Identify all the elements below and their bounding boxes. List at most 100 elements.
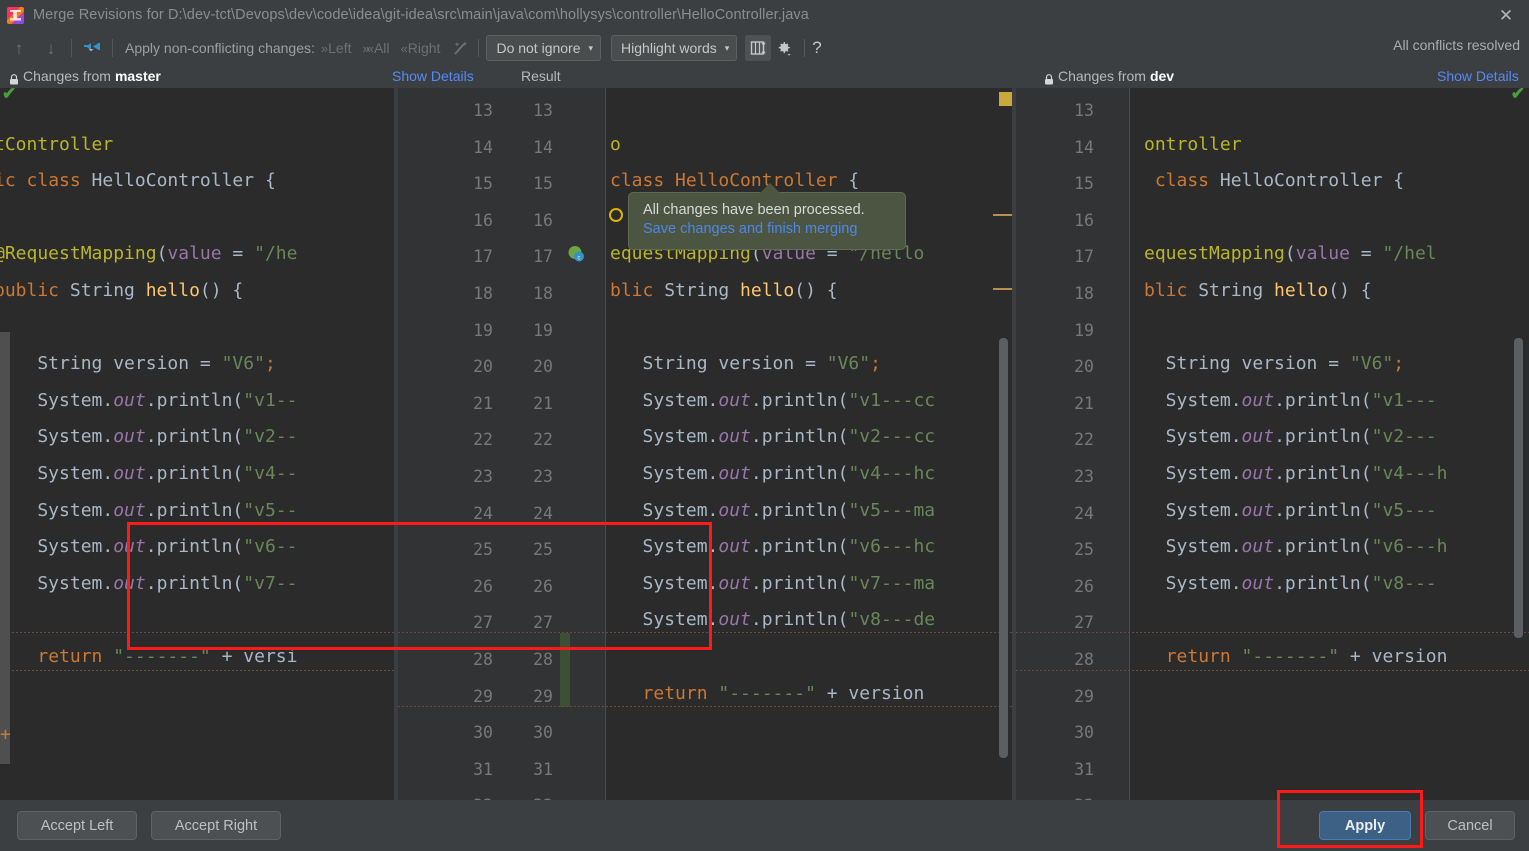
code-token: System. <box>0 572 114 594</box>
next-difference-icon[interactable]: ↓ <box>38 35 64 61</box>
code-token: out <box>1241 426 1275 448</box>
code-token: System. <box>0 426 114 448</box>
code-token: System. <box>1144 426 1242 448</box>
code-token: "V6" <box>1349 353 1394 375</box>
code-token: ; <box>1393 353 1405 375</box>
right-editor-pane[interactable]: 1314151617181920212223242526272829303132… <box>1016 88 1529 800</box>
code-token: class <box>1144 170 1220 192</box>
code-line: o <box>610 135 621 154</box>
code-token: ( <box>1284 243 1296 265</box>
apply-all-label: All <box>373 40 390 56</box>
code-token: String version = <box>610 353 827 375</box>
code-token: .println( <box>1274 426 1372 448</box>
left-show-details-link[interactable]: Show Details <box>392 68 474 84</box>
code-token: "v4---h <box>1371 463 1448 484</box>
code-line: class HelloController { <box>1144 172 1404 190</box>
code-token: .println( <box>1274 572 1372 594</box>
code-token: "V6" <box>826 353 871 375</box>
code-token: ; <box>870 353 881 375</box>
lock-icon <box>1044 72 1054 84</box>
code-token: System. <box>1144 572 1242 594</box>
code-line: System.out.println("v4---hc <box>610 463 936 484</box>
code-line: equestMapping(value = "/hel <box>1144 245 1437 263</box>
code-token: System. <box>0 536 114 558</box>
ignore-policy-select[interactable]: Do not ignore ▾ <box>486 35 602 61</box>
code-token: "v6-- <box>243 536 298 558</box>
code-token: "v5-- <box>243 499 298 521</box>
toolbar-divider-2 <box>112 39 113 57</box>
chevron-down-icon: ▾ <box>724 42 730 53</box>
code-token: out <box>718 536 751 558</box>
right-pane-title: Changes from dev <box>1044 68 1174 84</box>
code-token: () { <box>199 280 244 301</box>
code-token: versi <box>243 646 298 667</box>
left-change-strip <box>0 332 10 764</box>
apply-left-button[interactable]: » Left <box>321 40 352 56</box>
previous-difference-icon[interactable]: ↑ <box>6 35 32 61</box>
code-line: System.out.println("v8--- <box>1144 572 1437 594</box>
code-token: return <box>642 682 719 704</box>
code-token: System. <box>1144 536 1242 558</box>
code-token: out <box>113 463 146 484</box>
gear-icon[interactable] <box>771 35 797 61</box>
collapse-unchanged-icon[interactable] <box>745 35 772 61</box>
code-token: out <box>718 609 751 631</box>
left-editor-pane[interactable]: ✔ tControlleric class HelloController {@… <box>0 88 394 800</box>
code-token: hello <box>145 280 200 301</box>
code-line: return "-------" + version <box>1144 646 1448 667</box>
code-token: "v8---de <box>848 609 936 631</box>
apply-all-button[interactable]: »« All <box>363 40 390 56</box>
code-token: = <box>221 243 255 265</box>
code-token: @RequestMapping <box>0 243 157 265</box>
accept-left-button[interactable]: Accept Left <box>17 811 137 840</box>
code-token: out <box>113 389 146 411</box>
code-token: "v5---ma <box>848 499 936 521</box>
close-icon[interactable]: ✕ <box>1483 0 1529 30</box>
help-icon[interactable]: ? <box>812 38 821 58</box>
code-token: .println( <box>145 389 244 411</box>
popup-arrow-icon <box>760 183 780 193</box>
code-token: System. <box>610 499 719 521</box>
code-token: () { <box>794 280 838 301</box>
apply-right-button[interactable]: « Right <box>401 40 441 56</box>
right-vertical-scrollbar[interactable] <box>1514 338 1523 638</box>
lock-icon <box>9 72 19 84</box>
code-token: .println( <box>1274 536 1372 558</box>
code-line: System.out.println("v1---cc <box>610 391 936 410</box>
code-token: out <box>718 463 751 484</box>
intellij-idea-icon <box>7 6 24 24</box>
cancel-button[interactable]: Cancel <box>1425 811 1515 840</box>
code-token: out <box>1241 499 1275 521</box>
code-token: "v2-- <box>243 426 298 448</box>
result-vertical-scrollbar[interactable] <box>999 338 1008 758</box>
code-line: @RequestMapping(value = "/he <box>0 245 297 263</box>
popup-action-link[interactable]: Save changes and finish merging <box>643 220 891 239</box>
code-token: String <box>69 280 146 301</box>
code-token: .println( <box>1274 499 1372 521</box>
result-pane-title: Result <box>521 68 561 84</box>
code-token: { <box>1393 170 1405 192</box>
apply-left-label: Left <box>328 40 352 56</box>
apply-button[interactable]: Apply <box>1319 811 1411 840</box>
code-token: hello <box>740 280 795 301</box>
code-token: "v6---h <box>1371 536 1448 558</box>
code-line: String version = "V6"; <box>1144 355 1404 373</box>
code-token: "-------" <box>1241 646 1340 667</box>
code-token: out <box>718 499 751 521</box>
chevron-right-icon: » <box>320 40 328 56</box>
dialog-footer: Accept Left Accept Right Apply Cancel <box>0 790 1529 851</box>
code-line: System.out.println("v6-- <box>0 538 297 556</box>
code-token: .println( <box>750 499 849 521</box>
code-line: System.out.println("v5-- <box>0 499 298 521</box>
right-show-details-link[interactable]: Show Details <box>1437 68 1519 84</box>
code-token: out <box>718 572 751 594</box>
code-line: System.out.println("v4---h <box>1144 463 1448 484</box>
merge-toolbar: ↑ ↓ Apply non-conflicting changes: » Lef… <box>0 30 1529 66</box>
code-token: out <box>113 426 146 448</box>
code-token: System. <box>1144 463 1242 484</box>
code-token: out <box>113 572 146 594</box>
apply-non-conflicting-icon[interactable] <box>79 35 105 61</box>
highlight-policy-select[interactable]: Highlight words ▾ <box>611 35 738 61</box>
magic-resolve-icon[interactable] <box>451 39 471 57</box>
accept-right-button[interactable]: Accept Right <box>151 811 281 840</box>
